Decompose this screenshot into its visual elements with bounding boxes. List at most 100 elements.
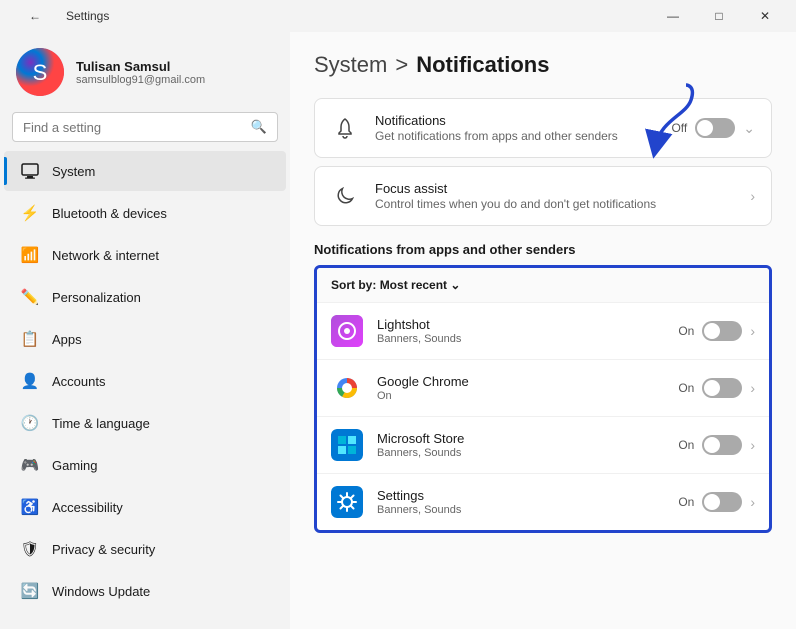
breadcrumb-parent[interactable]: System <box>314 52 387 78</box>
notifications-expand-icon[interactable]: ⌄ <box>743 120 755 137</box>
settings-app-chevron-icon[interactable]: › <box>750 494 755 510</box>
sort-bar[interactable]: Sort by: Most recent ⌄ <box>317 268 769 303</box>
nav-accounts[interactable]: 👤 Accounts <box>4 361 286 401</box>
notifications-card: Notifications Get notifications from app… <box>314 98 772 158</box>
search-input[interactable] <box>23 120 243 135</box>
nav-update[interactable]: 🔄 Windows Update <box>4 571 286 611</box>
notifications-control: Off ⌄ <box>671 118 755 138</box>
chrome-control: On › <box>678 378 755 398</box>
focus-assist-subtitle: Control times when you do and don't get … <box>375 197 734 211</box>
app-row-lightshot[interactable]: Lightshot Banners, Sounds On › <box>317 303 769 360</box>
settings-app-toggle[interactable] <box>702 492 742 512</box>
main-panel: System > Notifications Notifications Get… <box>290 32 796 629</box>
apps-notifications-panel: Sort by: Most recent ⌄ Lightshot Banners… <box>314 265 772 533</box>
nav-personalization[interactable]: ✏️ Personalization <box>4 277 286 317</box>
nav-accessibility[interactable]: ♿ Accessibility <box>4 487 286 527</box>
apps-section-title: Notifications from apps and other sender… <box>314 242 772 257</box>
close-button[interactable]: ✕ <box>742 0 788 32</box>
profile-email: samsulblog91@gmail.com <box>76 74 205 86</box>
notifications-toggle[interactable] <box>695 118 735 138</box>
nav-personalization-label: Personalization <box>52 290 141 305</box>
focus-assist-card: Focus assist Control times when you do a… <box>314 166 772 226</box>
nav-privacy[interactable]: 🛡 Privacy & security <box>4 529 286 569</box>
app-body: S Tulisan Samsul samsulblog91@gmail.com … <box>0 32 796 629</box>
chrome-icon <box>331 372 363 404</box>
msstore-icon <box>331 429 363 461</box>
msstore-toggle[interactable] <box>702 435 742 455</box>
search-bar[interactable]: 🔍 <box>12 112 278 142</box>
chrome-info: Google Chrome On <box>377 374 664 402</box>
chrome-name: Google Chrome <box>377 374 664 389</box>
notifications-row[interactable]: Notifications Get notifications from app… <box>315 99 771 157</box>
nav-bluetooth[interactable]: ⚡ Bluetooth & devices <box>4 193 286 233</box>
lightshot-info: Lightshot Banners, Sounds <box>377 317 664 345</box>
lightshot-toggle-label: On <box>678 324 694 338</box>
breadcrumb-separator: > <box>395 52 408 78</box>
settings-app-control: On › <box>678 492 755 512</box>
avatar: S <box>16 48 64 96</box>
time-icon: 🕐 <box>20 413 40 433</box>
nav-gaming-label: Gaming <box>52 458 98 473</box>
chrome-toggle[interactable] <box>702 378 742 398</box>
maximize-button[interactable]: □ <box>696 0 742 32</box>
nav-accessibility-label: Accessibility <box>52 500 123 515</box>
nav-update-label: Windows Update <box>52 584 150 599</box>
lightshot-control: On › <box>678 321 755 341</box>
nav-gaming[interactable]: 🎮 Gaming <box>4 445 286 485</box>
search-icon: 🔍 <box>251 119 267 135</box>
sidebar: S Tulisan Samsul samsulblog91@gmail.com … <box>0 32 290 629</box>
nav-system[interactable]: System <box>4 151 286 191</box>
app-row-chrome[interactable]: Google Chrome On On › <box>317 360 769 417</box>
window-controls: — □ ✕ <box>650 0 788 32</box>
breadcrumb: System > Notifications <box>314 52 772 78</box>
nav-network-label: Network & internet <box>52 248 159 263</box>
bluetooth-icon: ⚡ <box>20 203 40 223</box>
gaming-icon: 🎮 <box>20 455 40 475</box>
apps-icon: 📋 <box>20 329 40 349</box>
titlebar: ← Settings — □ ✕ <box>0 0 796 32</box>
notifications-toggle-label: Off <box>671 121 687 135</box>
privacy-icon: 🛡 <box>20 539 40 559</box>
focus-assist-chevron-icon[interactable]: › <box>750 188 755 204</box>
msstore-chevron-icon[interactable]: › <box>750 437 755 453</box>
network-icon: 📶 <box>20 245 40 265</box>
lightshot-toggle[interactable] <box>702 321 742 341</box>
breadcrumb-current: Notifications <box>416 52 549 78</box>
lightshot-name: Lightshot <box>377 317 664 332</box>
personalization-icon: ✏️ <box>20 287 40 307</box>
focus-assist-text: Focus assist Control times when you do a… <box>375 181 734 211</box>
nav-apps-label: Apps <box>52 332 82 347</box>
lightshot-detail: Banners, Sounds <box>377 333 664 345</box>
minimize-button[interactable]: — <box>650 0 696 32</box>
chrome-chevron-icon[interactable]: › <box>750 380 755 396</box>
svg-text:S: S <box>33 60 48 85</box>
nav-apps[interactable]: 📋 Apps <box>4 319 286 359</box>
nav-privacy-label: Privacy & security <box>52 542 155 557</box>
nav-time[interactable]: 🕐 Time & language <box>4 403 286 443</box>
settings-app-name: Settings <box>377 488 664 503</box>
focus-assist-row[interactable]: Focus assist Control times when you do a… <box>315 167 771 225</box>
accounts-icon: 👤 <box>20 371 40 391</box>
sort-dropdown-icon[interactable]: ⌄ <box>450 278 460 292</box>
settings-app-info: Settings Banners, Sounds <box>377 488 664 516</box>
settings-app-toggle-label: On <box>678 495 694 509</box>
lightshot-chevron-icon[interactable]: › <box>750 323 755 339</box>
app-row-settings[interactable]: Settings Banners, Sounds On › <box>317 474 769 530</box>
focus-assist-control: › <box>750 188 755 204</box>
back-button[interactable]: ← <box>12 0 58 32</box>
settings-app-icon <box>331 486 363 518</box>
nav-bluetooth-label: Bluetooth & devices <box>52 206 167 221</box>
chrome-toggle-label: On <box>678 381 694 395</box>
chrome-detail: On <box>377 390 664 402</box>
nav-accounts-label: Accounts <box>52 374 105 389</box>
system-icon <box>20 161 40 181</box>
profile-section[interactable]: S Tulisan Samsul samsulblog91@gmail.com <box>0 32 290 108</box>
lightshot-icon <box>331 315 363 347</box>
app-row-msstore[interactable]: Microsoft Store Banners, Sounds On › <box>317 417 769 474</box>
settings-app-detail: Banners, Sounds <box>377 504 664 516</box>
nav-network[interactable]: 📶 Network & internet <box>4 235 286 275</box>
msstore-name: Microsoft Store <box>377 431 664 446</box>
focus-assist-title: Focus assist <box>375 181 734 196</box>
msstore-toggle-label: On <box>678 438 694 452</box>
notifications-subtitle: Get notifications from apps and other se… <box>375 129 655 143</box>
